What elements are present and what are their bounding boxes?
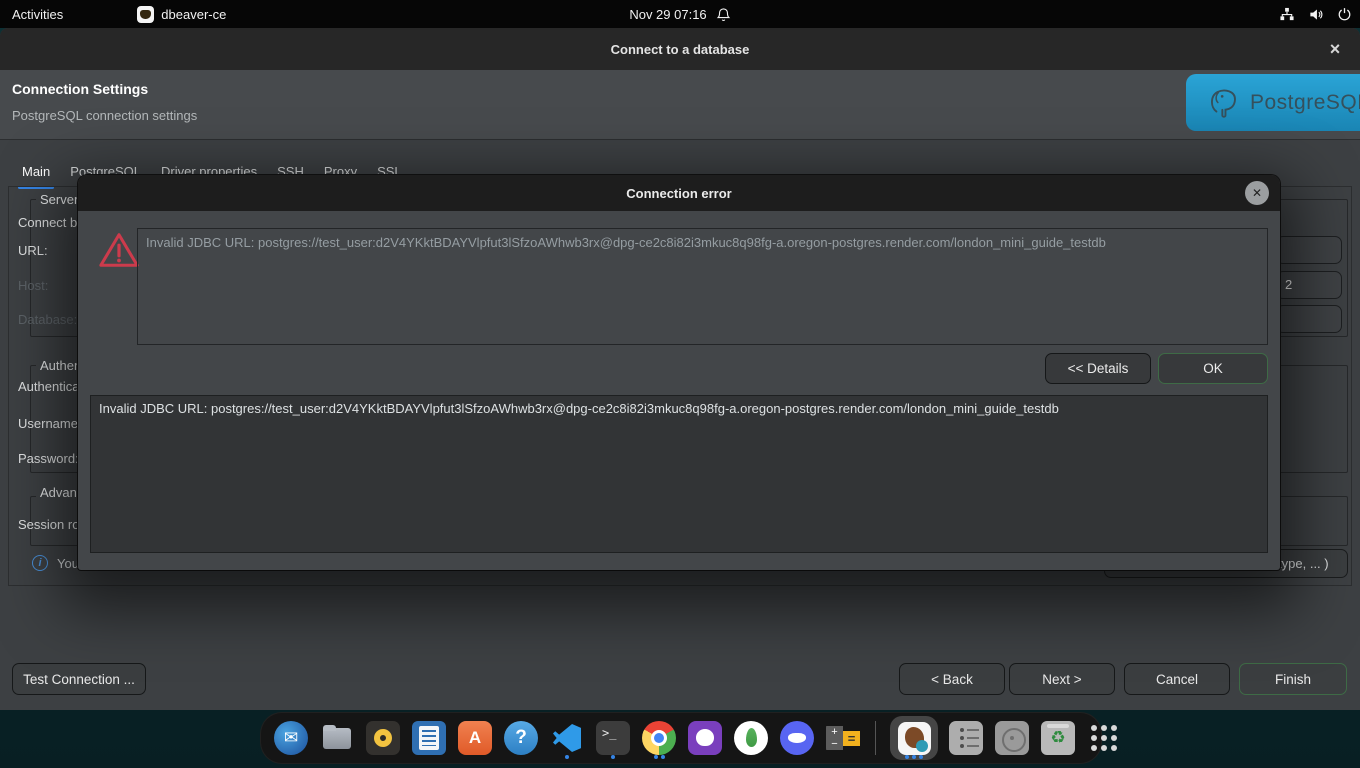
warning-icon [98, 230, 140, 270]
window-titlebar[interactable]: Connect to a database × [0, 28, 1360, 70]
username-label: Username: [18, 416, 82, 431]
activities-label: Activities [12, 7, 63, 22]
details-button[interactable]: << Details [1045, 353, 1151, 384]
network-icon [1279, 7, 1295, 22]
libreoffice-writer-icon[interactable] [411, 718, 447, 758]
mongodb-icon[interactable] [733, 718, 769, 758]
next-button[interactable]: Next > [1009, 663, 1115, 695]
database-input[interactable] [1276, 305, 1342, 333]
database-label: Database: [18, 312, 77, 327]
app-grid-icon[interactable] [1086, 718, 1122, 758]
power-icon [1337, 7, 1352, 22]
connection-error-dialog: Connection error ✕ Invalid JDBC URL: pos… [78, 175, 1280, 570]
ok-button[interactable]: OK [1158, 353, 1268, 384]
rhythmbox-icon[interactable] [365, 718, 401, 758]
activities-button[interactable]: Activities [0, 0, 75, 28]
window-close-button[interactable]: × [1324, 38, 1346, 60]
vscode-icon[interactable] [549, 718, 585, 758]
dialog-close-button[interactable]: ✕ [1245, 181, 1269, 205]
error-details-text: Invalid JDBC URL: postgres://test_user:d… [99, 401, 1059, 416]
password-label: Password: [18, 451, 79, 466]
cancel-button[interactable]: Cancel [1124, 663, 1230, 695]
window-title: Connect to a database [611, 42, 750, 57]
error-details-area[interactable]: Invalid JDBC URL: postgres://test_user:d… [90, 395, 1268, 553]
dialog-titlebar[interactable]: Connection error ✕ [78, 175, 1280, 211]
test-connection-button[interactable]: Test Connection ... [12, 663, 146, 695]
ubuntu-software-icon[interactable]: A [457, 718, 493, 758]
finish-button[interactable]: Finish [1239, 663, 1347, 695]
disks-icon[interactable] [994, 718, 1030, 758]
port-input[interactable]: 2 [1276, 271, 1342, 299]
chrome-icon[interactable] [641, 718, 677, 758]
dock: ✉ A ? >_ +−= ♻ [260, 712, 1102, 764]
clock-label: Nov 29 07:16 [629, 7, 706, 22]
postgresql-elephant-icon [1206, 83, 1244, 123]
dock-separator [875, 721, 876, 755]
connect-database-window: Connect to a database × Connection Setti… [0, 28, 1360, 710]
system-status-area[interactable] [1279, 0, 1352, 28]
dbeaver-app-icon [137, 6, 154, 23]
postgresql-logo: PostgreSQL [1186, 74, 1360, 131]
error-message-box: Invalid JDBC URL: postgres://test_user:d… [137, 228, 1268, 345]
tab-main[interactable]: Main [12, 156, 60, 189]
dbeaver-icon[interactable] [890, 718, 938, 758]
host-label: Host: [18, 278, 48, 293]
connect-by-label: Connect by: [18, 215, 87, 230]
volume-icon [1308, 7, 1324, 22]
trash-icon[interactable]: ♻ [1040, 718, 1076, 758]
calculator-icon[interactable]: +−= [825, 718, 861, 758]
focused-app-label: dbeaver-ce [161, 7, 226, 22]
thunderbird-icon[interactable]: ✉ [273, 718, 309, 758]
files-icon[interactable] [319, 718, 355, 758]
focused-app-menu[interactable]: dbeaver-ce [125, 0, 238, 28]
info-icon: i [32, 555, 48, 571]
page-subtitle: PostgreSQL connection settings [12, 108, 197, 123]
help-icon[interactable]: ? [503, 718, 539, 758]
wizard-header: Connection Settings PostgreSQL connectio… [0, 70, 1360, 140]
back-button[interactable]: < Back [899, 663, 1005, 695]
postgresql-logo-text: PostgreSQL [1250, 91, 1360, 115]
github-icon[interactable] [687, 718, 723, 758]
url-input[interactable] [1276, 236, 1342, 264]
page-title: Connection Settings [12, 81, 148, 97]
error-message-text: Invalid JDBC URL: postgres://test_user:d… [146, 235, 1106, 250]
discord-icon[interactable] [779, 718, 815, 758]
gnome-top-bar: Activities dbeaver-ce Nov 29 07:16 [0, 0, 1360, 28]
url-label: URL: [18, 243, 48, 258]
server-group-label: Server [36, 192, 82, 207]
preferences-icon[interactable] [948, 718, 984, 758]
terminal-icon[interactable]: >_ [595, 718, 631, 758]
dialog-title: Connection error [626, 186, 731, 201]
notification-bell-icon [716, 7, 731, 22]
